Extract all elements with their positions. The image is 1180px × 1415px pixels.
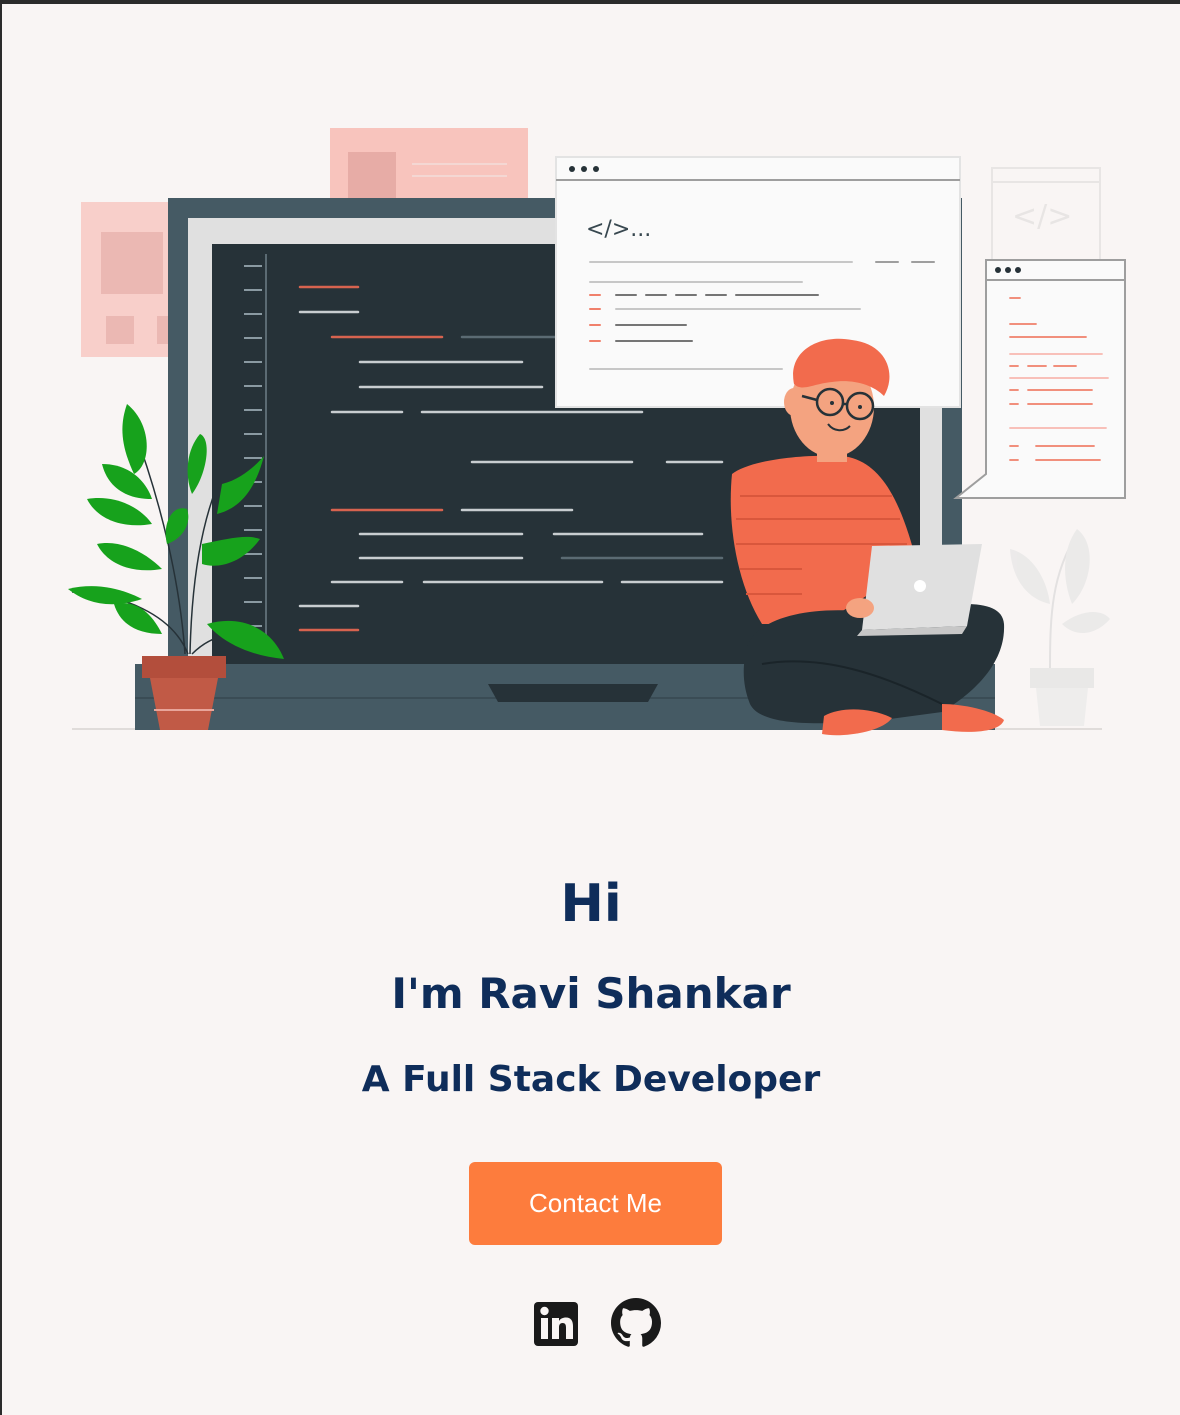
code-label: </>... bbox=[586, 217, 651, 242]
developer-illustration: </> </>... bbox=[68, 128, 1126, 736]
background-card-top bbox=[330, 128, 528, 198]
linkedin-link[interactable] bbox=[531, 1298, 581, 1348]
greeting-heading: Hi bbox=[560, 874, 622, 934]
page: </> </>... Hi I'm Ravi Shankar A Full St… bbox=[2, 4, 1180, 1415]
github-icon bbox=[611, 1298, 661, 1347]
speech-bubble-window bbox=[953, 259, 1126, 499]
role-heading: A Full Stack Developer bbox=[361, 1059, 821, 1100]
name-heading: I'm Ravi Shankar bbox=[391, 969, 791, 1018]
contact-me-button[interactable]: Contact Me bbox=[469, 1162, 722, 1245]
background-card-right: </> bbox=[991, 167, 1101, 261]
svg-text:</>: </> bbox=[1012, 199, 1072, 234]
github-link[interactable] bbox=[611, 1298, 661, 1348]
potted-plant-right bbox=[1010, 529, 1110, 726]
code-window: </>... bbox=[555, 156, 961, 408]
social-links bbox=[531, 1298, 661, 1348]
hero-text: Hi I'm Ravi Shankar A Full Stack Develop… bbox=[2, 864, 1180, 1108]
linkedin-icon bbox=[534, 1302, 578, 1346]
